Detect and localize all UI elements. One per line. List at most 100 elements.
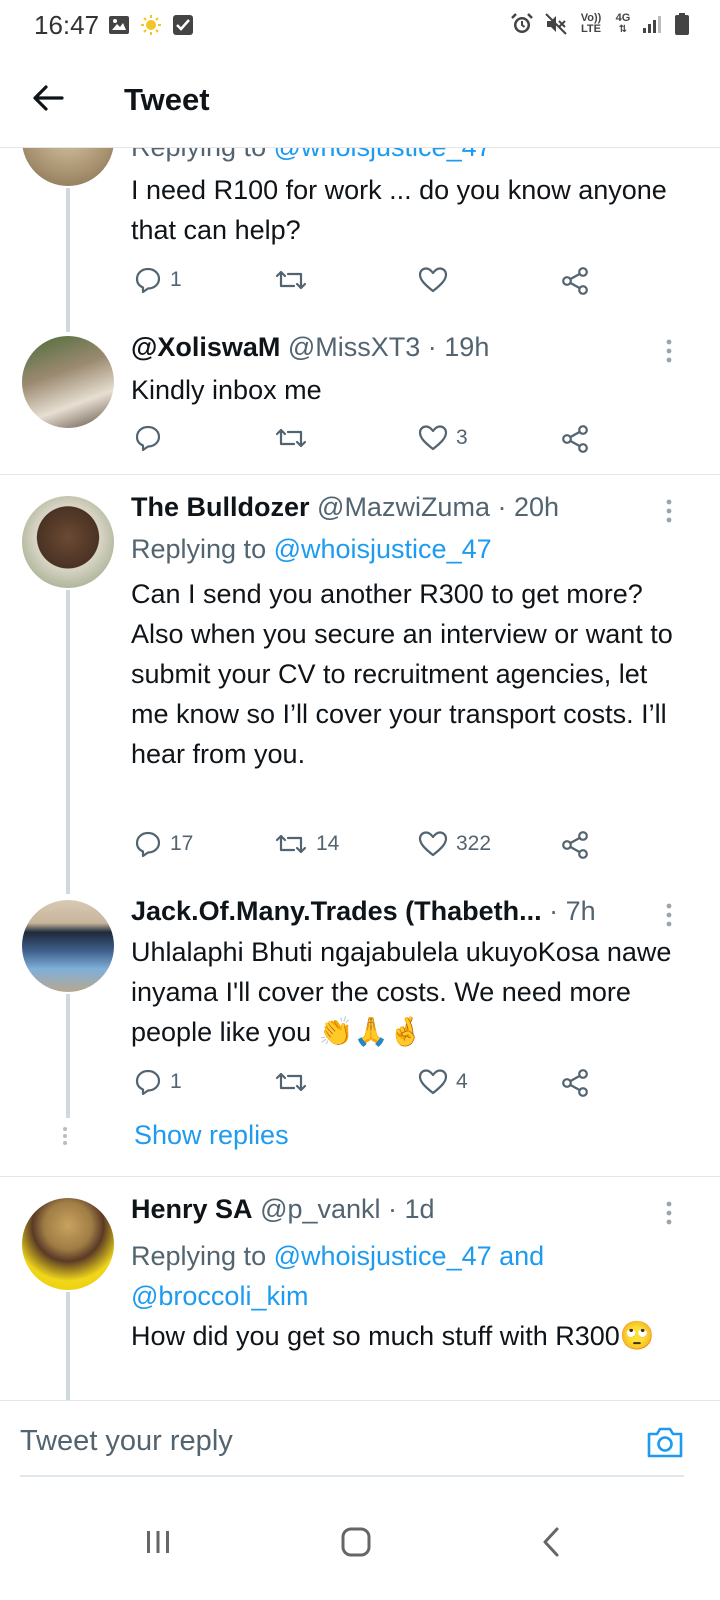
comment-icon	[135, 831, 161, 858]
thread-line	[66, 590, 70, 894]
show-replies-link[interactable]: Show replies	[134, 1120, 289, 1151]
like-button[interactable]	[418, 266, 448, 294]
tweet-author[interactable]: The Bulldozer @MazwiZuma · 20h	[131, 492, 559, 523]
like-button[interactable]: 4	[418, 1068, 468, 1096]
divider	[0, 474, 720, 475]
retweet-button[interactable]	[274, 266, 308, 294]
status-left-icons	[108, 14, 194, 36]
share-button[interactable]	[560, 424, 590, 454]
avatar[interactable]	[22, 1198, 114, 1290]
tweet-text: I need R100 for work ... do you know any…	[131, 175, 667, 245]
share-icon	[562, 267, 588, 295]
system-back-button[interactable]	[522, 1512, 582, 1572]
status-time: 16:47	[34, 10, 100, 40]
back-button[interactable]	[28, 78, 68, 118]
reply-button[interactable]: 1	[134, 1068, 182, 1096]
system-nav-bar	[0, 1482, 720, 1600]
alarm-icon	[511, 13, 533, 33]
tweet-author[interactable]: Jack.Of.Many.Trades (Thabeth... · 7h	[131, 896, 596, 927]
comment-icon	[135, 425, 161, 452]
more-options-button[interactable]	[664, 338, 678, 364]
network-indicator: 4G ⇅	[615, 12, 631, 36]
app-header: Tweet	[0, 56, 720, 148]
page-title: Tweet	[124, 82, 210, 117]
display-name[interactable]: Jack.Of.Many.Trades (Thabeth...	[131, 896, 542, 926]
reply-composer	[0, 1400, 720, 1482]
more-options-button[interactable]	[664, 498, 678, 524]
recent-apps-button[interactable]	[128, 1512, 188, 1572]
heart-icon	[418, 267, 448, 293]
rolling-eyes-emoji: 🙄	[619, 1320, 655, 1351]
more-vertical-icon	[666, 903, 672, 927]
network-label: 4G	[615, 12, 631, 24]
reply-count: 1	[170, 268, 182, 291]
replying-prefix: Replying to	[131, 1241, 274, 1271]
share-icon	[562, 1069, 588, 1097]
tweet-text: Uhlalaphi Bhuti ngajabulela ukuyoKosa na…	[131, 932, 691, 1052]
like-button[interactable]: 3	[418, 424, 468, 452]
retweet-icon	[275, 1072, 307, 1092]
reply-thread[interactable]: Replying to @whoisjustice_47 I need R100…	[0, 148, 720, 1400]
display-name[interactable]: The Bulldozer	[131, 492, 310, 522]
retweet-button[interactable]: 14	[274, 830, 339, 858]
share-button[interactable]	[560, 830, 590, 860]
replying-to: Replying to @whoisjustice_47	[131, 534, 492, 565]
reply-button[interactable]	[134, 424, 170, 452]
status-bar: 16:47 Vo)) LTE 4G ⇅	[0, 0, 720, 56]
status-right-icons: Vo)) LTE 4G ⇅	[510, 12, 690, 36]
handle-and-time: @MazwiZuma · 20h	[317, 492, 560, 522]
like-count: 3	[456, 426, 468, 449]
share-button[interactable]	[560, 266, 590, 296]
reply-button[interactable]: 1	[134, 266, 182, 294]
retweet-button[interactable]	[274, 1068, 308, 1096]
more-vertical-icon	[666, 339, 672, 363]
share-icon	[562, 425, 588, 453]
checkbox-icon	[173, 15, 193, 35]
avatar[interactable]	[22, 496, 114, 588]
avatar[interactable]	[22, 148, 114, 186]
like-button[interactable]: 322	[418, 830, 491, 858]
more-vertical-icon	[666, 499, 672, 523]
reply-input[interactable]	[20, 1421, 620, 1461]
volte-indicator: Vo)) LTE	[578, 13, 604, 35]
replying-prefix: Replying to	[131, 534, 274, 564]
tweet-text-content: How did you get so much stuff with R300	[131, 1321, 620, 1351]
display-name[interactable]: Henry SA	[131, 1194, 253, 1224]
retweet-button[interactable]	[274, 424, 308, 452]
emoji-group: 👏🙏🤞	[318, 1016, 424, 1047]
tweet-author[interactable]: @XoliswaM @MissXT3 · 19h	[131, 332, 489, 363]
home-button[interactable]	[326, 1512, 386, 1572]
reply-underline	[20, 1475, 684, 1477]
replying-handle-link[interactable]: @whoisjustice_47	[274, 534, 492, 564]
retweet-icon	[275, 834, 307, 854]
more-options-button[interactable]	[664, 902, 678, 928]
replying-handle-link[interactable]: @whoisjustice_47	[274, 148, 492, 162]
reply-button[interactable]: 17	[134, 830, 193, 858]
signal-icon	[643, 16, 661, 33]
retweet-count: 14	[316, 832, 340, 855]
like-count: 4	[456, 1070, 468, 1093]
chevron-left-icon	[543, 1527, 559, 1557]
handle-and-time: · 7h	[549, 896, 596, 926]
heart-icon	[418, 1069, 448, 1095]
arrow-left-icon	[33, 85, 64, 111]
avatar[interactable]	[22, 900, 114, 992]
tweet-author[interactable]: Henry SA @p_vankl · 1d	[131, 1194, 435, 1225]
comment-icon	[135, 267, 161, 294]
thread-line	[66, 1292, 70, 1400]
reply-count: 1	[170, 1070, 182, 1093]
like-count: 322	[456, 832, 492, 855]
heart-icon	[418, 831, 448, 857]
home-icon	[341, 1527, 371, 1557]
recent-apps-icon	[147, 1531, 169, 1553]
display-name[interactable]: @XoliswaM	[131, 332, 280, 362]
replying-to: Replying to @whoisjustice_47	[131, 148, 492, 163]
camera-button[interactable]	[646, 1425, 684, 1459]
thread-line	[66, 188, 70, 332]
more-options-button[interactable]	[664, 1200, 678, 1226]
tweet-text: Kindly inbox me	[131, 375, 322, 405]
avatar[interactable]	[22, 336, 114, 428]
thread-line	[66, 994, 70, 1118]
handle-and-time: @p_vankl · 1d	[260, 1194, 435, 1224]
share-button[interactable]	[560, 1068, 590, 1098]
